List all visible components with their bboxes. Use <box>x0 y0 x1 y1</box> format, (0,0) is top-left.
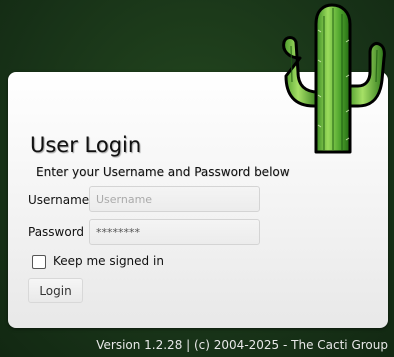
password-label: Password <box>28 225 85 239</box>
page-title: User Login <box>30 133 142 157</box>
version-footer: Version 1.2.28 | (c) 2004-2025 - The Cac… <box>96 338 388 352</box>
keep-signed-in-checkbox[interactable] <box>32 255 46 269</box>
username-input[interactable] <box>89 186 260 212</box>
login-instructions: Enter your Username and Password below <box>36 165 290 179</box>
login-button[interactable]: Login <box>28 278 83 303</box>
keep-signed-in-label[interactable]: Keep me signed in <box>53 254 164 268</box>
cactus-icon <box>282 3 386 154</box>
username-label: Username <box>28 193 90 207</box>
password-input[interactable] <box>89 219 260 245</box>
